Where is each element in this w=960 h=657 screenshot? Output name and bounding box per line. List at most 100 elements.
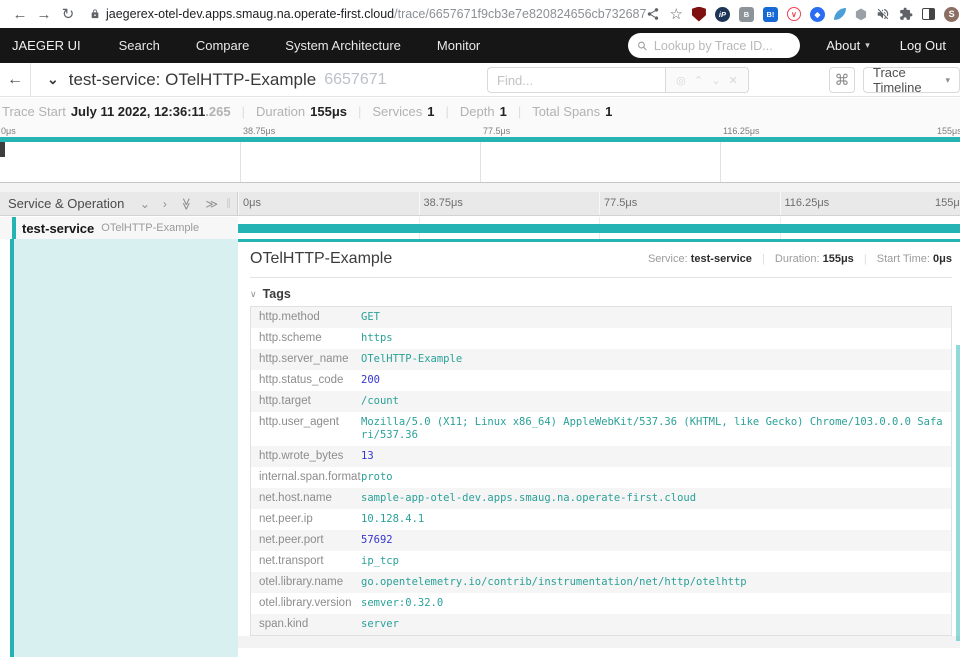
share-icon[interactable] bbox=[646, 7, 660, 21]
bookmark-star-icon[interactable]: ☆ bbox=[669, 7, 682, 22]
tag-row[interactable]: net.peer.port57692 bbox=[251, 530, 951, 551]
keyboard-shortcuts-button[interactable]: ⌘ bbox=[829, 67, 855, 93]
tags-section-toggle[interactable]: ∨ Tags bbox=[250, 287, 952, 301]
tag-row[interactable]: http.wrote_bytes13 bbox=[251, 446, 951, 467]
ublock-extension-icon[interactable] bbox=[692, 7, 706, 22]
tag-key: http.method bbox=[259, 311, 361, 324]
chevron-down-icon: ▾ bbox=[865, 40, 870, 51]
tag-key: http.wrote_bytes bbox=[259, 450, 361, 463]
panel-bottom-fill bbox=[238, 636, 960, 648]
nav-item-system-architecture[interactable]: System Architecture bbox=[285, 38, 401, 53]
pocket-extension-icon[interactable]: ∨ bbox=[787, 7, 801, 21]
b-extension-icon[interactable]: B bbox=[739, 7, 754, 22]
span-name-cell[interactable]: test-service OTelHTTP-Example bbox=[0, 217, 238, 239]
span-detail-header: OTelHTTP-Example Service: test-service |… bbox=[250, 250, 952, 278]
tag-key: net.peer.port bbox=[259, 534, 361, 547]
tag-row[interactable]: http.user_agentMozilla/5.0 (X11; Linux x… bbox=[251, 412, 951, 446]
tag-key: net.peer.ip bbox=[259, 513, 361, 526]
timeline-ruler: 0μs 38.75μs 77.5μs 116.25μs 155μs bbox=[238, 192, 960, 215]
duration-value: 155μs bbox=[310, 104, 347, 119]
side-panel-icon[interactable] bbox=[922, 8, 935, 20]
tag-row[interactable]: net.transportip_tcp bbox=[251, 551, 951, 572]
trace-view-selector[interactable]: Trace Timeline ▾ bbox=[863, 67, 960, 93]
detail-scrollbar[interactable] bbox=[956, 345, 960, 641]
nav-item-monitor[interactable]: Monitor bbox=[437, 38, 480, 53]
stats-separator: | bbox=[762, 253, 765, 265]
back-icon[interactable]: ← bbox=[8, 6, 32, 23]
trace-lookup-input[interactable] bbox=[654, 39, 791, 53]
logout-button[interactable]: Log Out bbox=[900, 38, 946, 53]
trace-summary-bar: Trace Start July 11 2022, 12:36:11.265 |… bbox=[0, 98, 960, 125]
minimap-scrubber-handle[interactable] bbox=[0, 142, 5, 157]
forward-icon[interactable]: → bbox=[32, 6, 56, 23]
duration-value: 155μs bbox=[823, 253, 854, 265]
url-text: jaegerex-otel-dev.apps.smaug.na.operate-… bbox=[106, 7, 646, 21]
tag-key: otel.library.version bbox=[259, 597, 361, 610]
tag-row[interactable]: internal.span.formatproto bbox=[251, 467, 951, 488]
tree-controls: ⌄ › ≫ ≫ bbox=[140, 198, 218, 210]
tag-row[interactable]: otel.library.namego.opentelemetry.io/con… bbox=[251, 572, 951, 593]
tag-key: http.status_code bbox=[259, 374, 361, 387]
section-gap bbox=[0, 183, 960, 192]
expand-one-chevron-icon[interactable]: › bbox=[163, 198, 167, 210]
span-operation-name: OTelHTTP-Example bbox=[101, 222, 199, 234]
span-row[interactable]: test-service OTelHTTP-Example bbox=[0, 217, 960, 239]
timeline-minimap[interactable]: 0μs 38.75μs 77.5μs 116.25μs 155μs bbox=[0, 125, 960, 183]
tag-value: semver:0.32.0 bbox=[361, 597, 443, 610]
profile-avatar[interactable]: S bbox=[944, 7, 959, 22]
feather-extension-icon[interactable] bbox=[834, 8, 846, 20]
nav-about-menu[interactable]: About ▾ bbox=[826, 38, 870, 53]
collapse-deep-icon[interactable]: ≫ bbox=[180, 197, 192, 210]
nav-item-compare[interactable]: Compare bbox=[196, 38, 249, 53]
tag-row[interactable]: http.server_nameOTelHTTP-Example bbox=[251, 349, 951, 370]
minimap-ticks: 0μs 38.75μs 77.5μs 116.25μs 155μs bbox=[0, 125, 960, 137]
tag-row[interactable]: http.schemehttps bbox=[251, 328, 951, 349]
trace-lookup-box[interactable] bbox=[628, 33, 800, 58]
trace-start-value: July 11 2022, 12:36:11 bbox=[71, 104, 205, 119]
reload-icon[interactable]: ↻ bbox=[56, 5, 80, 23]
minimap-gridline bbox=[240, 142, 241, 182]
tag-row[interactable]: http.status_code200 bbox=[251, 370, 951, 391]
back-to-search-icon[interactable]: ← bbox=[0, 71, 30, 89]
ruler-tick-label: 116.25μs bbox=[785, 197, 830, 209]
tag-key: http.server_name bbox=[259, 353, 361, 366]
ip-extension-icon[interactable]: iP bbox=[715, 7, 730, 22]
tags-section-label: Tags bbox=[263, 287, 291, 301]
browser-extensions: ☆ iP B B! ∨ ◆ ⬢ S ⋮ bbox=[646, 6, 960, 22]
tag-row[interactable]: span.kindserver bbox=[251, 614, 951, 635]
nav-item-search[interactable]: Search bbox=[119, 38, 160, 53]
trace-start-label: Trace Start bbox=[2, 104, 66, 119]
shield-extension-icon[interactable]: ◆ bbox=[810, 7, 825, 22]
tick-label: 77.5μs bbox=[483, 126, 510, 136]
expand-all-icon[interactable]: ≫ bbox=[205, 198, 218, 210]
tag-row[interactable]: otel.library.versionsemver:0.32.0 bbox=[251, 593, 951, 614]
tag-row[interactable]: net.host.namesample-app-otel-dev.apps.sm… bbox=[251, 488, 951, 509]
tag-value: ip_tcp bbox=[361, 555, 399, 568]
collapse-all-chevron-icon[interactable]: ⌄ bbox=[140, 198, 150, 210]
prev-match-icon[interactable]: ⌃ bbox=[694, 74, 703, 87]
span-timeline-cell[interactable] bbox=[238, 217, 960, 239]
service-value: test-service bbox=[691, 253, 752, 265]
ruler-tick-label: 155μs bbox=[935, 197, 960, 209]
url-host: jaegerex-otel-dev.apps.smaug.na.operate-… bbox=[106, 7, 394, 21]
total-spans-value: 1 bbox=[605, 104, 612, 119]
column-resize-grip[interactable]: ∥ bbox=[226, 198, 231, 209]
tag-row[interactable]: http.methodGET bbox=[251, 307, 951, 328]
brand-logo[interactable]: JAEGER UI bbox=[12, 38, 81, 53]
address-bar[interactable]: jaegerex-otel-dev.apps.smaug.na.operate-… bbox=[90, 7, 646, 21]
find-input[interactable] bbox=[487, 67, 665, 93]
tag-row[interactable]: http.target/count bbox=[251, 391, 951, 412]
trace-id: 6657671 bbox=[324, 71, 386, 89]
span-service-name: test-service bbox=[22, 221, 94, 236]
mute-icon[interactable] bbox=[876, 7, 890, 21]
next-match-icon[interactable]: ⌄ bbox=[711, 74, 720, 87]
collapse-trace-chevron-icon[interactable]: ⌄ bbox=[47, 71, 59, 88]
cube-extension-icon[interactable]: ⬢ bbox=[855, 7, 867, 21]
span-duration-bar[interactable] bbox=[238, 224, 960, 233]
bitwarden-extension-icon[interactable]: B! bbox=[763, 7, 778, 22]
extensions-puzzle-icon[interactable] bbox=[899, 7, 913, 21]
focus-match-icon[interactable]: ◎ bbox=[676, 74, 686, 87]
tag-row[interactable]: net.peer.ip10.128.4.1 bbox=[251, 509, 951, 530]
clear-find-icon[interactable]: ✕ bbox=[729, 74, 738, 87]
minimap-canvas[interactable] bbox=[0, 142, 960, 183]
